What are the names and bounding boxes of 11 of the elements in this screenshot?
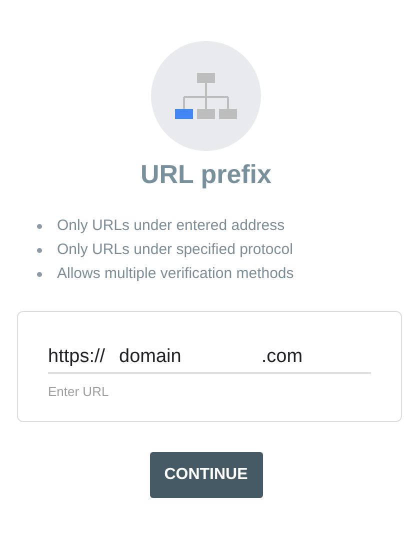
url-field[interactable]: https:// domain .com [48, 346, 371, 374]
sitemap-icon [175, 73, 237, 119]
bullet-icon [37, 272, 42, 277]
bullet-icon [37, 224, 42, 229]
feature-text: Allows multiple verification methods [57, 265, 294, 283]
bullet-icon [37, 248, 42, 253]
page-title: URL prefix [140, 159, 272, 189]
feature-text: Only URLs under specified protocol [57, 241, 293, 259]
continue-button[interactable]: CONTINUE [150, 452, 262, 498]
helper-text: Enter URL [48, 384, 110, 399]
feature-text: Only URLs under entered address [57, 217, 285, 235]
